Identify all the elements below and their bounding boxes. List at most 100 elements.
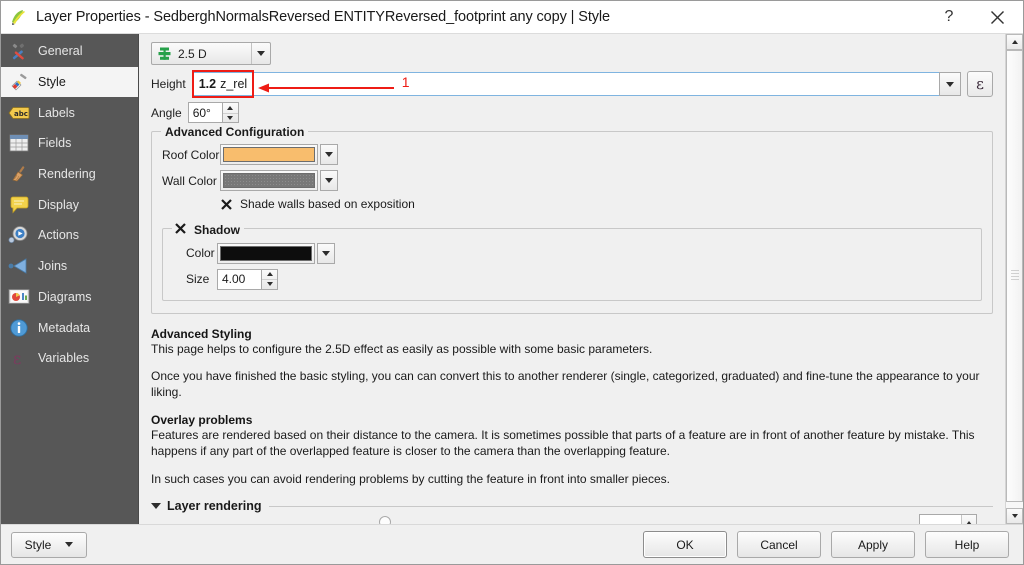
style-menu-button[interactable]: Style: [11, 531, 87, 558]
advanced-styling-paragraph-2: Once you have finished the basic styling…: [151, 369, 980, 400]
angle-row: Angle 60°: [151, 102, 993, 123]
broom-icon: [8, 163, 30, 185]
sidebar-item-label: Labels: [38, 105, 75, 120]
svg-text:abc: abc: [14, 110, 28, 118]
help-button[interactable]: Help: [925, 531, 1009, 558]
partial-spin-up-button[interactable]: [961, 515, 976, 524]
wall-color-dropdown[interactable]: [320, 170, 338, 191]
sidebar-item-joins[interactable]: Joins: [1, 251, 138, 282]
sidebar-item-rendering[interactable]: Rendering: [1, 159, 138, 190]
sidebar-item-label: Rendering: [38, 167, 96, 182]
angle-decrement-button[interactable]: [222, 112, 238, 123]
overlay-problems-paragraph-1: Features are rendered based on their dis…: [151, 427, 975, 458]
shade-walls-row: Shade walls based on exposition: [220, 197, 982, 214]
roof-color-button[interactable]: [220, 144, 318, 165]
advanced-styling-help: Advanced Styling This page helps to conf…: [151, 327, 993, 488]
triangle-up-icon: [266, 272, 273, 277]
triangle-down-icon: [151, 503, 161, 510]
ok-button[interactable]: OK: [643, 531, 727, 558]
main-vertical-scrollbar[interactable]: [1005, 34, 1023, 524]
layer-properties-dialog: Layer Properties - SedberghNormalsRevers…: [0, 0, 1024, 565]
roof-color-dropdown[interactable]: [320, 144, 338, 165]
advanced-styling-heading: Advanced Styling: [151, 326, 252, 341]
shadow-group: Shadow Color Size 4.00: [162, 221, 982, 301]
renderer-combo-arrow[interactable]: [251, 43, 270, 64]
abc-label-icon: abc: [8, 102, 30, 124]
shadow-label: Shadow: [194, 222, 241, 237]
wall-color-button[interactable]: [220, 170, 318, 191]
renderer-row: 2.5 D: [151, 42, 993, 65]
shadow-size-increment-button[interactable]: [262, 270, 277, 280]
chevron-down-icon: [65, 542, 74, 547]
shadow-color-swatch: [220, 245, 312, 261]
shadow-size-spin-buttons: [261, 268, 278, 290]
triangle-down-icon: [266, 282, 273, 287]
sidebar-item-style[interactable]: Style: [1, 66, 138, 98]
renderer-type-combo[interactable]: 2.5 D: [151, 42, 271, 65]
partial-radio-button[interactable]: [379, 516, 391, 524]
partial-spinbox[interactable]: [919, 514, 977, 524]
height-data-defined-override-button[interactable]: ε: [967, 71, 993, 97]
roof-color-label: Roof Color: [162, 147, 220, 162]
advanced-styling-paragraph-1: This page helps to configure the 2.5D ef…: [151, 341, 653, 356]
sidebar-item-display[interactable]: Display: [1, 189, 138, 220]
checkbox-checked-icon: [220, 198, 233, 211]
shadow-size-spinbox[interactable]: 4.00: [217, 268, 278, 290]
shadow-size-label: Size: [186, 272, 210, 286]
sidebar-item-label: Joins: [38, 259, 68, 274]
help-titlebar-button[interactable]: ?: [927, 1, 971, 34]
scroll-up-button[interactable]: [1006, 34, 1023, 50]
annotation-number: 1: [401, 74, 410, 90]
shadow-size-decrement-button[interactable]: [262, 279, 277, 289]
table-grid-icon: [8, 132, 30, 154]
angle-value[interactable]: 60°: [187, 102, 222, 123]
sidebar-item-general[interactable]: General: [1, 36, 138, 67]
apply-button[interactable]: Apply: [831, 531, 915, 558]
scroll-down-button[interactable]: [1006, 508, 1023, 524]
roof-color-swatch: [223, 147, 315, 162]
sidebar-item-fields[interactable]: Fields: [1, 128, 138, 159]
sidebar-item-label: Style: [38, 75, 66, 90]
sidebar-item-actions[interactable]: Actions: [1, 220, 138, 251]
sidebar-item-diagrams[interactable]: Diagrams: [1, 282, 138, 313]
scrollbar-thumb[interactable]: [1006, 50, 1023, 502]
layers-25d-icon: [157, 46, 173, 62]
checkbox-checked-icon[interactable]: [174, 222, 187, 238]
style-menu-label: Style: [24, 537, 52, 552]
window-title: Layer Properties - SedberghNormalsRevers…: [36, 9, 611, 25]
shadow-group-title[interactable]: Shadow: [172, 221, 245, 238]
advanced-configuration-title: Advanced Configuration: [161, 125, 309, 139]
chevron-down-icon: [257, 51, 265, 56]
height-row: Height 1.2 z_rel 1 ε: [151, 70, 993, 98]
shade-walls-checkbox[interactable]: Shade walls based on exposition: [220, 197, 415, 211]
shadow-size-value[interactable]: 4.00: [217, 268, 261, 290]
angle-increment-button[interactable]: [223, 103, 238, 113]
info-circle-icon: [8, 317, 30, 339]
close-button[interactable]: [971, 1, 1023, 34]
scrollbar-track[interactable]: [1006, 50, 1023, 508]
triangle-up-icon: [966, 521, 972, 524]
advanced-configuration-group: Advanced Configuration Roof Color Wall C…: [151, 125, 993, 314]
angle-spin-buttons: [221, 102, 239, 123]
height-label: Height: [151, 77, 186, 91]
height-expression-input[interactable]: 1.2 z_rel: [191, 72, 939, 96]
sidebar-item-label: Metadata: [38, 320, 91, 335]
angle-label: Angle: [151, 105, 182, 120]
qgis-logo-icon: [9, 7, 29, 27]
chevron-down-icon: [325, 152, 333, 157]
overlay-problems-paragraph-2: In such cases you can avoid rendering pr…: [151, 471, 670, 486]
height-dropdown-button[interactable]: [939, 72, 961, 96]
shadow-color-button[interactable]: [217, 242, 315, 264]
shadow-color-label: Color: [186, 246, 215, 260]
cancel-button[interactable]: Cancel: [737, 531, 821, 558]
gear-play-icon: [8, 224, 30, 246]
wall-color-row: Wall Color: [162, 170, 982, 191]
sidebar-item-metadata[interactable]: Metadata: [1, 312, 138, 343]
dialog-body: General Style abc Labels Fields Renderin…: [1, 34, 1023, 524]
angle-spinbox[interactable]: 60°: [187, 102, 239, 123]
sidebar-item-variables[interactable]: ε Variables: [1, 343, 138, 374]
sidebar-item-labels[interactable]: abc Labels: [1, 97, 138, 128]
wall-color-swatch: [223, 173, 315, 188]
shadow-color-dropdown[interactable]: [317, 242, 335, 264]
section-divider-line: [269, 505, 993, 507]
